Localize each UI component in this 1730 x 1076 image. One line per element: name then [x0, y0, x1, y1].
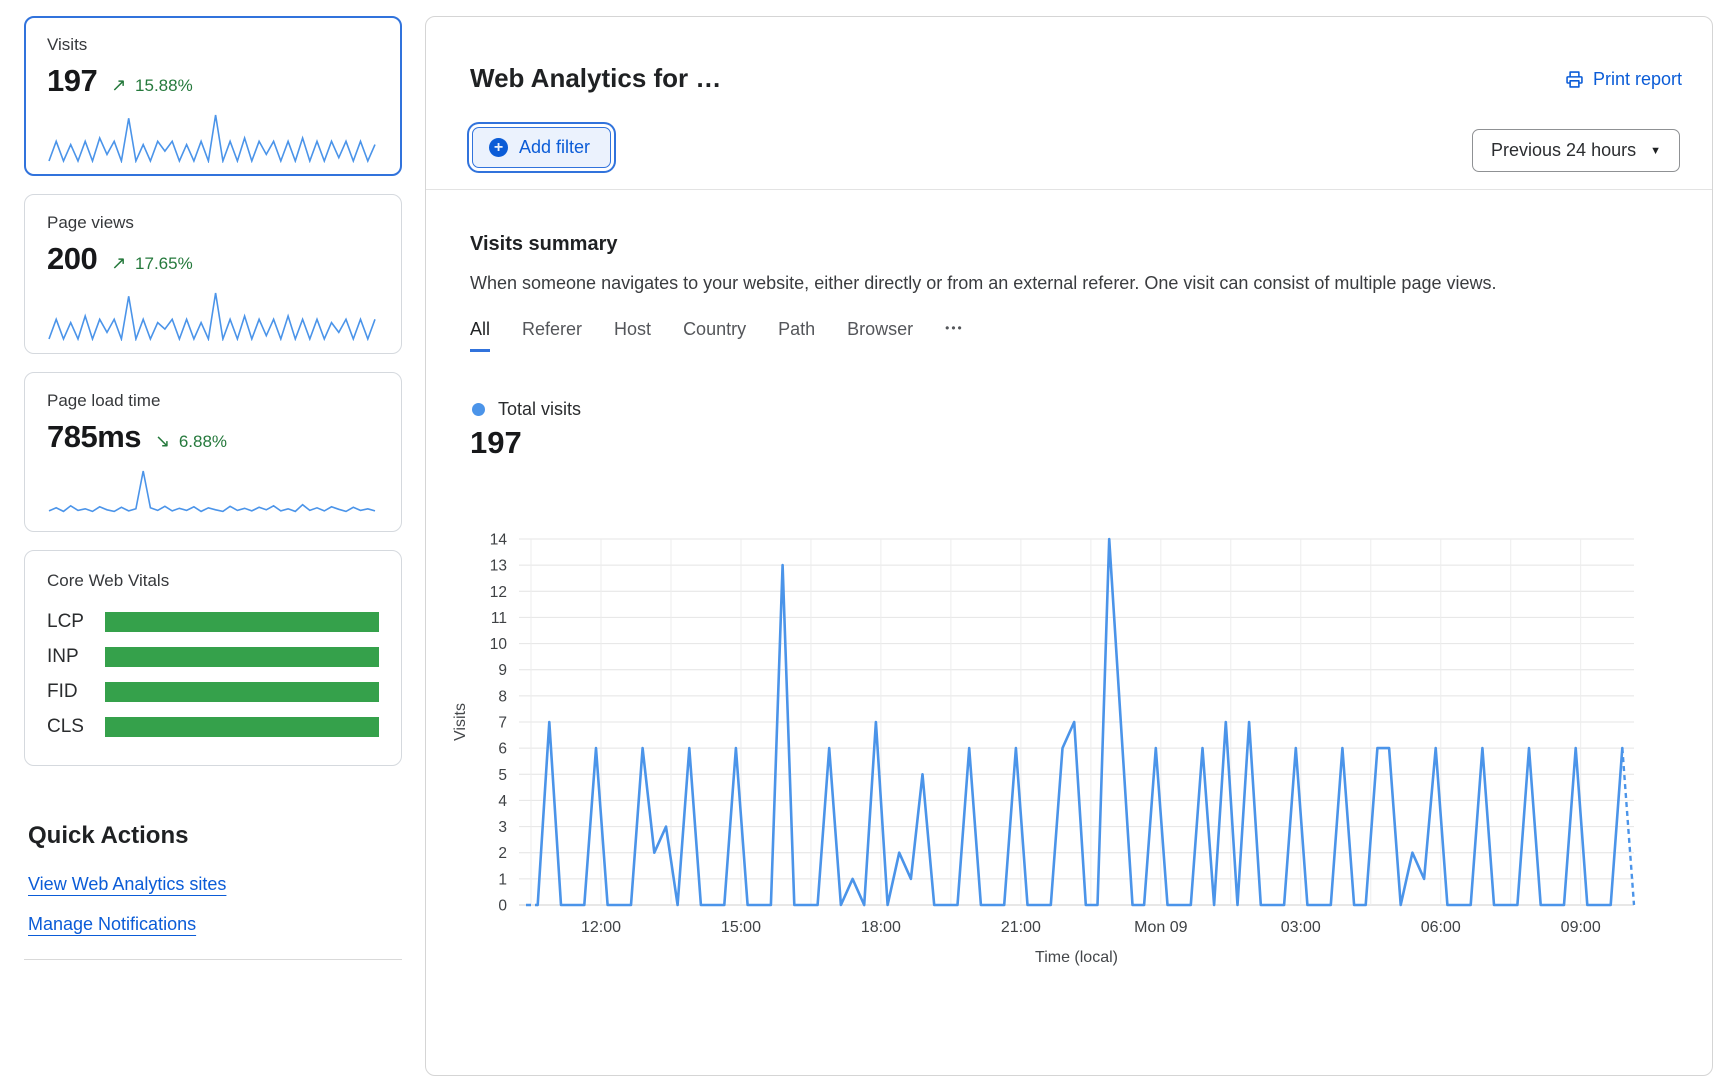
metric-card-value-row: 785ms ↘ 6.88% [47, 419, 379, 455]
metric-card-title: Page views [47, 213, 379, 233]
vital-label: INP [47, 646, 105, 668]
vital-label: LCP [47, 611, 105, 633]
quick-actions-links: View Web Analytics sites Manage Notificat… [24, 874, 402, 935]
chart-legend: Total visits [472, 399, 581, 420]
svg-text:11: 11 [491, 610, 507, 627]
metric-value: 785ms [47, 419, 141, 455]
add-filter-button[interactable]: + Add filter [472, 127, 611, 168]
trend-up-icon: ↗ [111, 75, 126, 95]
metric-card-title: Visits [47, 35, 379, 55]
svg-text:13: 13 [490, 558, 507, 575]
metric-card-page-views[interactable]: Page views 200 ↗ 17.65% [24, 194, 402, 354]
svg-text:18:00: 18:00 [861, 919, 901, 936]
svg-text:Visits: Visits [452, 703, 469, 741]
vital-row-lcp: LCP [47, 611, 379, 633]
trend-down-icon: ↘ [155, 431, 170, 451]
dimension-tabs: All Referer Host Country Path Browser ••• [470, 319, 964, 352]
analytics-panel: Web Analytics for … Print report + Add f… [425, 16, 1713, 1076]
svg-text:06:00: 06:00 [1421, 919, 1461, 936]
tab-country[interactable]: Country [683, 319, 746, 352]
printer-icon [1564, 69, 1585, 90]
metric-card-title: Page load time [47, 391, 379, 411]
metric-value: 200 [47, 241, 97, 277]
chevron-down-icon: ▼ [1650, 145, 1661, 157]
vital-label: FID [47, 681, 105, 703]
section-title: Visits summary [470, 233, 618, 256]
print-report-link[interactable]: Print report [1564, 69, 1682, 90]
plus-circle-icon: + [489, 138, 508, 157]
svg-text:2: 2 [498, 845, 507, 862]
vital-score-bar [105, 612, 379, 632]
tab-path[interactable]: Path [778, 319, 815, 352]
metric-card-visits[interactable]: Visits 197 ↗ 15.88% [24, 16, 402, 176]
svg-text:3: 3 [498, 819, 507, 836]
tab-referer[interactable]: Referer [522, 319, 582, 352]
svg-text:6: 6 [498, 741, 507, 758]
vital-label: CLS [47, 716, 105, 738]
svg-text:14: 14 [490, 532, 508, 549]
trend-up-icon: ↗ [111, 253, 126, 273]
metric-card-value-row: 200 ↗ 17.65% [47, 241, 379, 277]
sparkline-chart [47, 467, 377, 519]
svg-text:7: 7 [498, 715, 507, 732]
svg-text:10: 10 [490, 636, 508, 653]
svg-text:4: 4 [498, 793, 507, 810]
svg-text:Time (local): Time (local) [1035, 949, 1118, 966]
svg-text:12:00: 12:00 [581, 919, 621, 936]
svg-text:09:00: 09:00 [1561, 919, 1601, 936]
metric-delta: ↗ 15.88% [111, 75, 192, 96]
metric-value: 197 [47, 63, 97, 99]
metric-card-page-load-time[interactable]: Page load time 785ms ↘ 6.88% [24, 372, 402, 532]
core-web-vitals-rows: LCP INP FID CLS [47, 611, 379, 738]
metric-delta: ↗ 17.65% [111, 253, 192, 274]
metric-cards: Visits197↗ 15.88%Page views200↗ 17.65%Pa… [24, 16, 402, 532]
vital-score-bar [105, 647, 379, 667]
vital-row-cls: CLS [47, 716, 379, 738]
svg-text:8: 8 [498, 688, 507, 705]
sparkline-chart [47, 111, 377, 163]
svg-text:0: 0 [498, 898, 507, 915]
svg-text:5: 5 [498, 767, 507, 784]
svg-text:1: 1 [498, 871, 507, 888]
sidebar-divider [24, 959, 402, 960]
time-range-dropdown[interactable]: Previous 24 hours ▼ [1472, 129, 1680, 172]
quick-action-link-manage-notifications[interactable]: Manage Notifications [28, 914, 196, 935]
page-title: Web Analytics for … [470, 63, 721, 94]
header-divider [426, 189, 1712, 190]
core-web-vitals-card[interactable]: Core Web Vitals LCP INP FID CLS [24, 550, 402, 766]
legend-dot-icon [472, 403, 485, 416]
core-web-vitals-title: Core Web Vitals [47, 571, 379, 591]
visits-line-chart: 0123456789101112131412:0015:0018:0021:00… [441, 517, 1671, 987]
vital-score-bar [105, 717, 379, 737]
svg-text:21:00: 21:00 [1001, 919, 1041, 936]
section-description: When someone navigates to your website, … [470, 273, 1680, 294]
quick-action-link-view-web-analytics-sites[interactable]: View Web Analytics sites [28, 874, 226, 895]
svg-text:9: 9 [498, 662, 507, 679]
more-options-icon[interactable]: ••• [945, 321, 964, 350]
tab-all[interactable]: All [470, 319, 490, 352]
metric-card-value-row: 197 ↗ 15.88% [47, 63, 379, 99]
quick-actions-heading: Quick Actions [28, 822, 398, 850]
total-visits-value: 197 [470, 425, 522, 461]
metric-delta: ↘ 6.88% [155, 431, 227, 452]
time-range-value: Previous 24 hours [1491, 140, 1636, 161]
add-filter-label: Add filter [519, 137, 590, 158]
svg-text:15:00: 15:00 [721, 919, 761, 936]
svg-text:03:00: 03:00 [1281, 919, 1321, 936]
vital-row-fid: FID [47, 681, 379, 703]
svg-text:Mon 09: Mon 09 [1134, 919, 1187, 936]
tab-browser[interactable]: Browser [847, 319, 913, 352]
vital-row-inp: INP [47, 646, 379, 668]
legend-label: Total visits [498, 399, 581, 420]
metrics-sidebar: Visits197↗ 15.88%Page views200↗ 17.65%Pa… [24, 16, 402, 960]
sparkline-chart [47, 289, 377, 341]
svg-text:12: 12 [490, 584, 507, 601]
print-report-label: Print report [1593, 69, 1682, 90]
tab-host[interactable]: Host [614, 319, 651, 352]
vital-score-bar [105, 682, 379, 702]
